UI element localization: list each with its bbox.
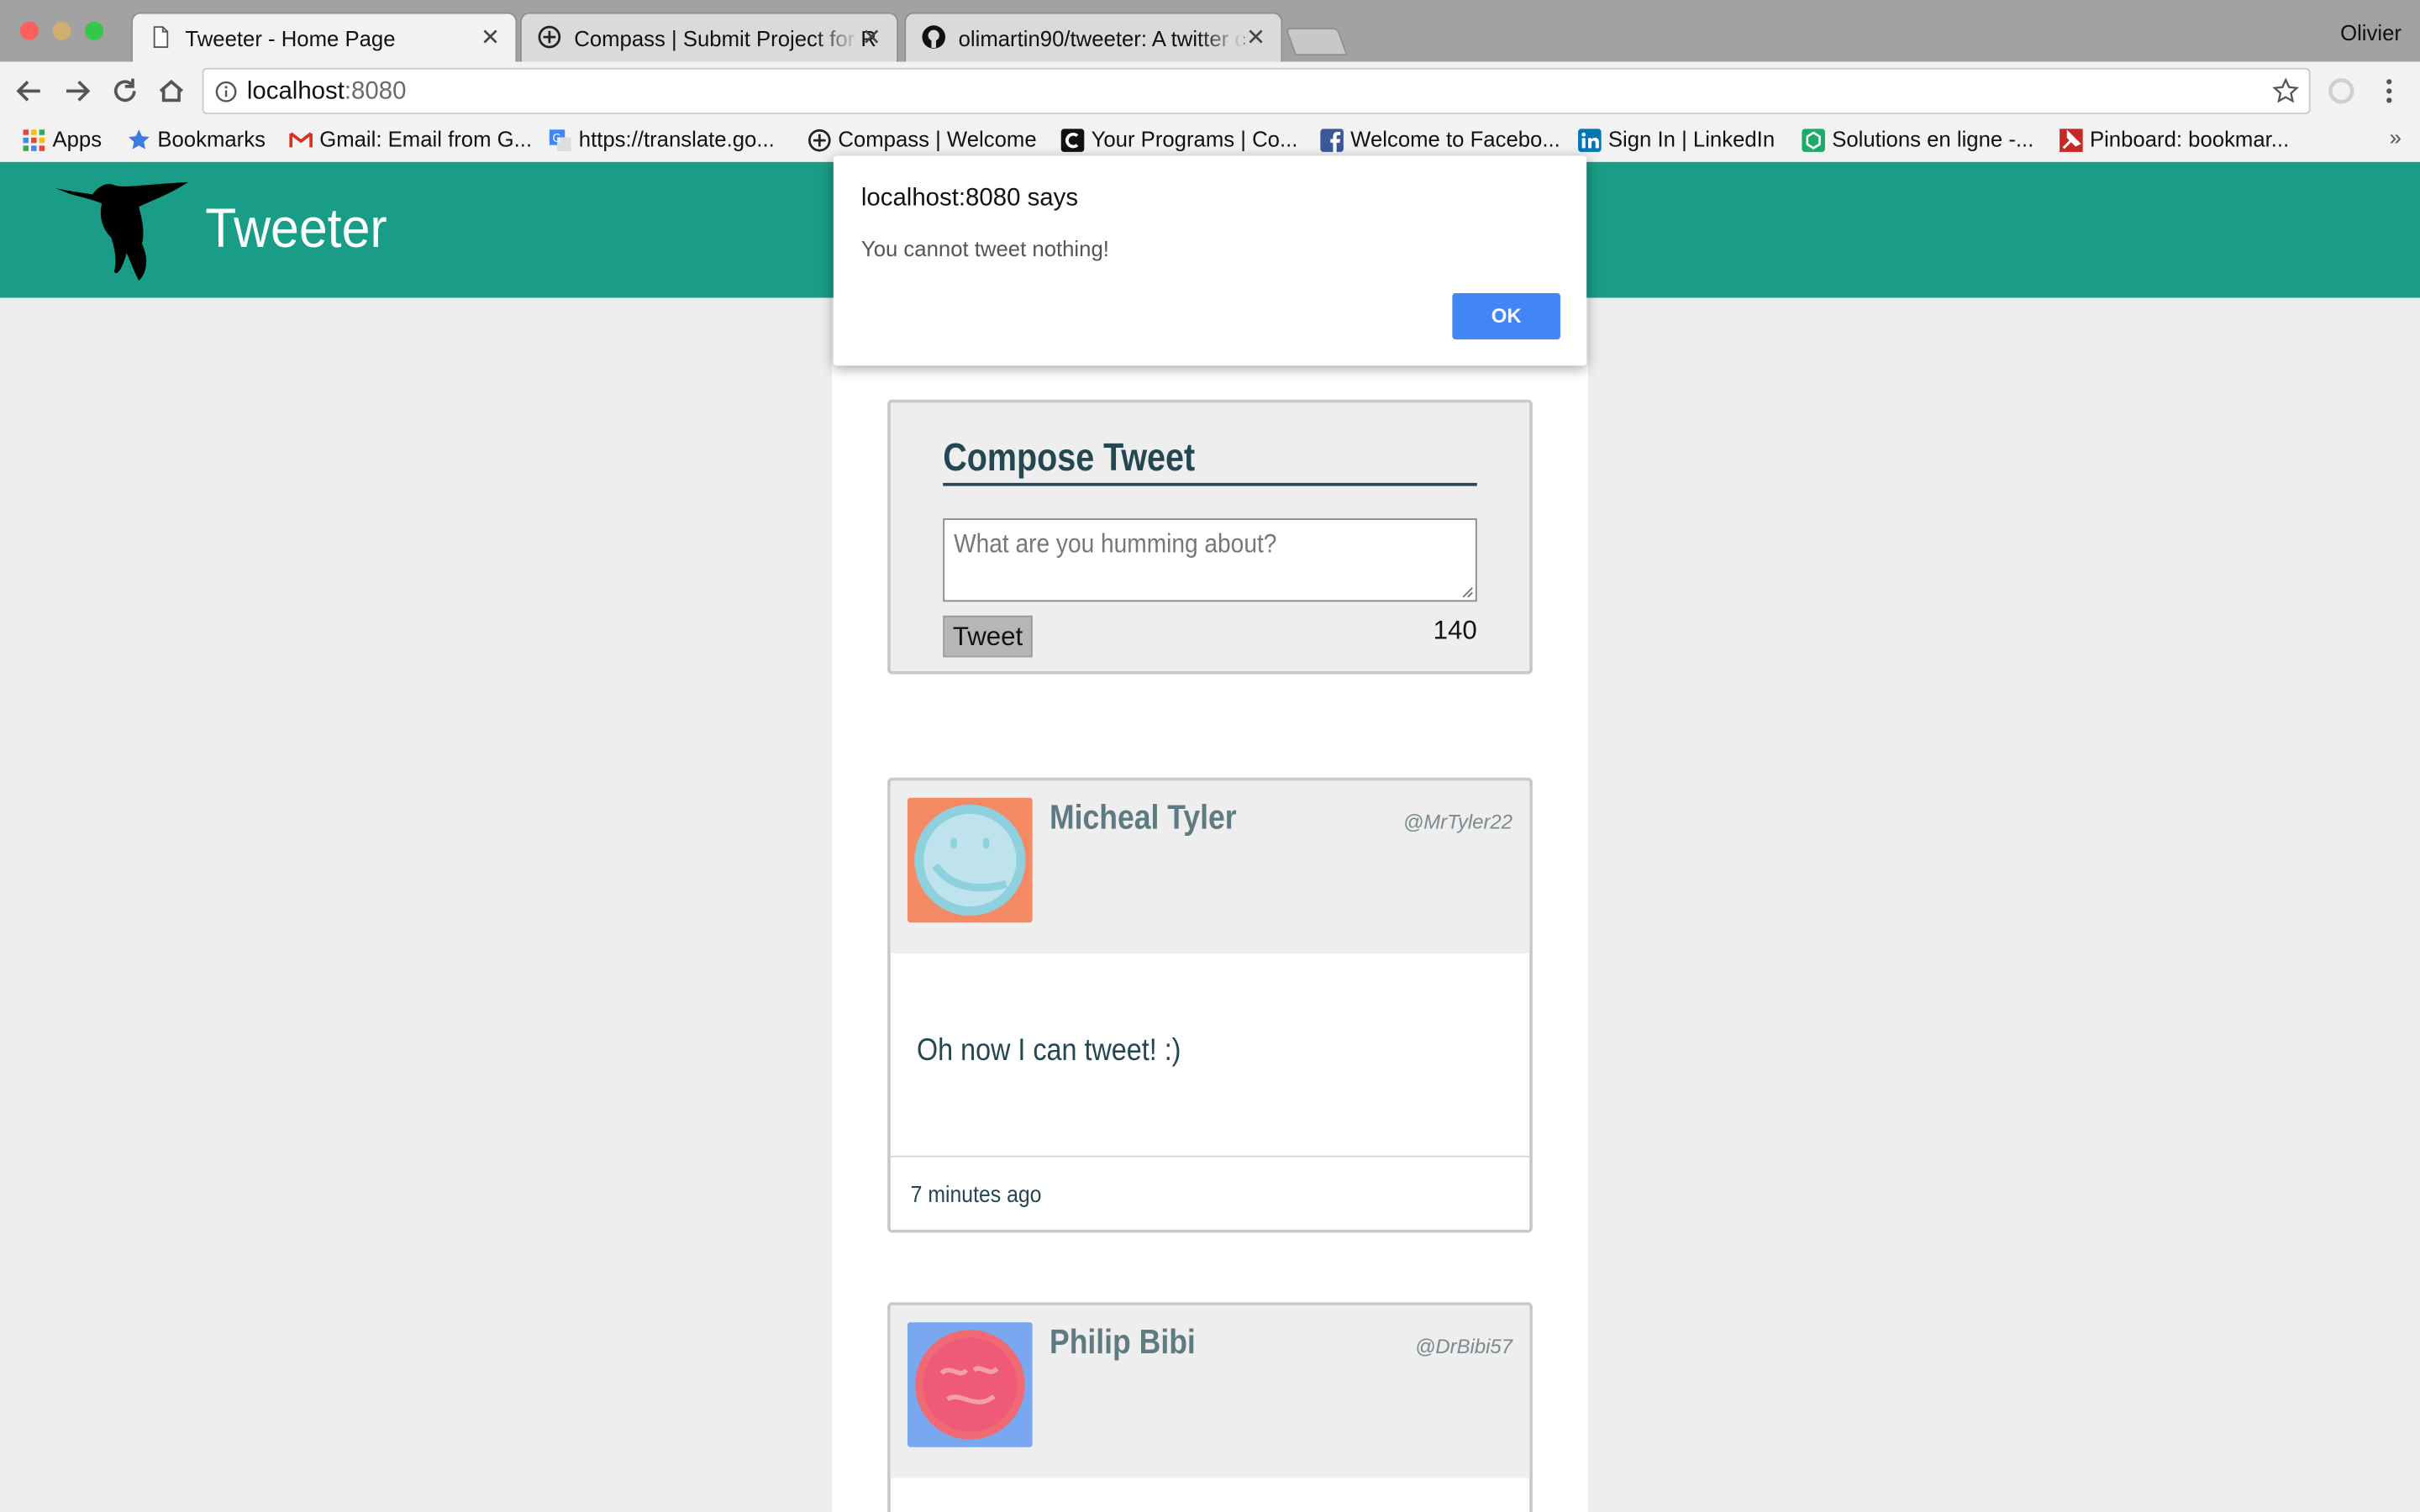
home-icon[interactable] (155, 74, 188, 108)
info-icon[interactable] (214, 81, 238, 104)
tweet-footer: 7 minutes ago (890, 1155, 1530, 1230)
tweet-author-name: Philip Bibi (1049, 1322, 1196, 1361)
profile-name[interactable]: Olivier (2340, 20, 2402, 45)
tab-title: Tweeter - Home Page (185, 26, 396, 51)
dialog-title: localhost:8080 says (860, 185, 1079, 212)
back-arrow-icon[interactable] (13, 74, 46, 108)
screen: Tweeter - Home Page ✕ Compass | Submit P… (0, 0, 2420, 1512)
bookmark-label: Gmail: Email from G... (319, 126, 533, 151)
browser-tab-tweeter[interactable]: Tweeter - Home Page ✕ (131, 12, 518, 62)
browser-tab-github[interactable]: olimartin90/tweeter: A twitter c ✕ (904, 12, 1283, 62)
tab-close-icon[interactable]: ✕ (1246, 24, 1265, 51)
tweet-text: Oh now I can tweet! :) (917, 1033, 1181, 1068)
dialog-message: You cannot tweet nothing! (860, 236, 1109, 261)
bookmark-label: Pinboard: bookmar... (2089, 126, 2290, 151)
tweet-author-name: Micheal Tyler (1049, 797, 1237, 837)
menu-kebab-icon[interactable] (2377, 77, 2402, 105)
compose-tweet-box: Compose Tweet What are you humming about… (887, 399, 1533, 675)
avatar (908, 797, 1033, 923)
new-tab-button[interactable] (1285, 28, 1348, 56)
address-bar[interactable]: localhost:8080 (202, 67, 2311, 114)
tweet-timestamp: 7 minutes ago (910, 1181, 1042, 1209)
tweet-header: Philip Bibi @DrBibi57 (890, 1305, 1530, 1478)
url-port: :8080 (344, 78, 407, 105)
tab-close-icon[interactable]: ✕ (862, 24, 881, 51)
bookmark-label: Welcome to Facebo... (1350, 126, 1560, 151)
resize-grip-icon[interactable] (1460, 585, 1475, 599)
bookmark-label: Compass | Welcome (838, 126, 1037, 151)
tweet-card: Micheal Tyler @MrTyler22 Oh now I can tw… (887, 777, 1533, 1233)
github-icon (922, 25, 945, 49)
tweet-author-handle: @MrTyler22 (1403, 810, 1512, 833)
url-host: localhost (246, 78, 345, 105)
solutions-icon (1802, 129, 1825, 152)
character-counter: 140 (1433, 615, 1477, 645)
google-translate-icon: G (549, 129, 571, 151)
svg-text:G: G (553, 133, 561, 145)
star-icon (129, 129, 150, 150)
apps-grid-icon (23, 129, 45, 151)
tweet-author-handle: @DrBibi57 (1415, 1334, 1512, 1358)
bookmark-label: Sign In | LinkedIn (1607, 126, 1776, 151)
bookmark-label: Apps (52, 126, 103, 151)
bookmark-label: Bookmarks (157, 126, 266, 151)
bookmark-label: Your Programs | Co... (1091, 126, 1298, 151)
reload-icon[interactable] (108, 74, 142, 108)
coursera-icon (1060, 129, 1085, 152)
extension-icon[interactable] (2328, 77, 2355, 105)
alert-dialog: localhost:8080 says You cannot tweet not… (833, 155, 1587, 366)
tab-close-icon[interactable]: ✕ (481, 24, 500, 51)
compass-icon (808, 129, 831, 152)
compose-title: Compose Tweet (943, 436, 1196, 480)
tweet-card: Philip Bibi @DrBibi57 (887, 1302, 1533, 1512)
window-minimize-button[interactable] (52, 21, 71, 40)
gmail-icon (289, 132, 313, 148)
avatar (908, 1322, 1033, 1447)
bookmark-label: https://translate.go... (578, 126, 775, 151)
tweet-textarea[interactable]: What are you humming about? (943, 518, 1477, 602)
facebook-icon (1320, 129, 1344, 153)
browser-titlebar: Tweeter - Home Page ✕ Compass | Submit P… (0, 0, 2420, 62)
compose-divider (943, 482, 1477, 486)
window-maximize-button[interactable] (85, 21, 104, 40)
bookmarks-overflow-chevron[interactable]: » (2390, 125, 2402, 150)
browser-toolbar: localhost:8080 (0, 61, 2420, 121)
window-close-button[interactable] (19, 21, 39, 40)
tweet-header: Micheal Tyler @MrTyler22 (890, 780, 1530, 954)
document-icon (153, 26, 169, 48)
forward-arrow-icon[interactable] (60, 74, 94, 108)
ok-button[interactable]: OK (1452, 292, 1560, 340)
hummingbird-logo-icon (55, 181, 189, 281)
url-text: localhost:8080 (247, 79, 407, 107)
browser-tab-compass[interactable]: Compass | Submit Project for R ✕ (519, 12, 898, 62)
tweet-textarea-placeholder: What are you humming about? (954, 529, 1277, 559)
bookmark-label: Solutions en ligne -... (1832, 126, 2034, 151)
tweet-button[interactable]: Tweet (943, 615, 1033, 658)
compass-icon (538, 25, 561, 49)
pinboard-icon (2060, 129, 2083, 152)
brand-name[interactable]: Tweeter (205, 196, 387, 260)
bookmark-star-icon[interactable] (2272, 77, 2300, 105)
linkedin-icon (1578, 129, 1602, 152)
